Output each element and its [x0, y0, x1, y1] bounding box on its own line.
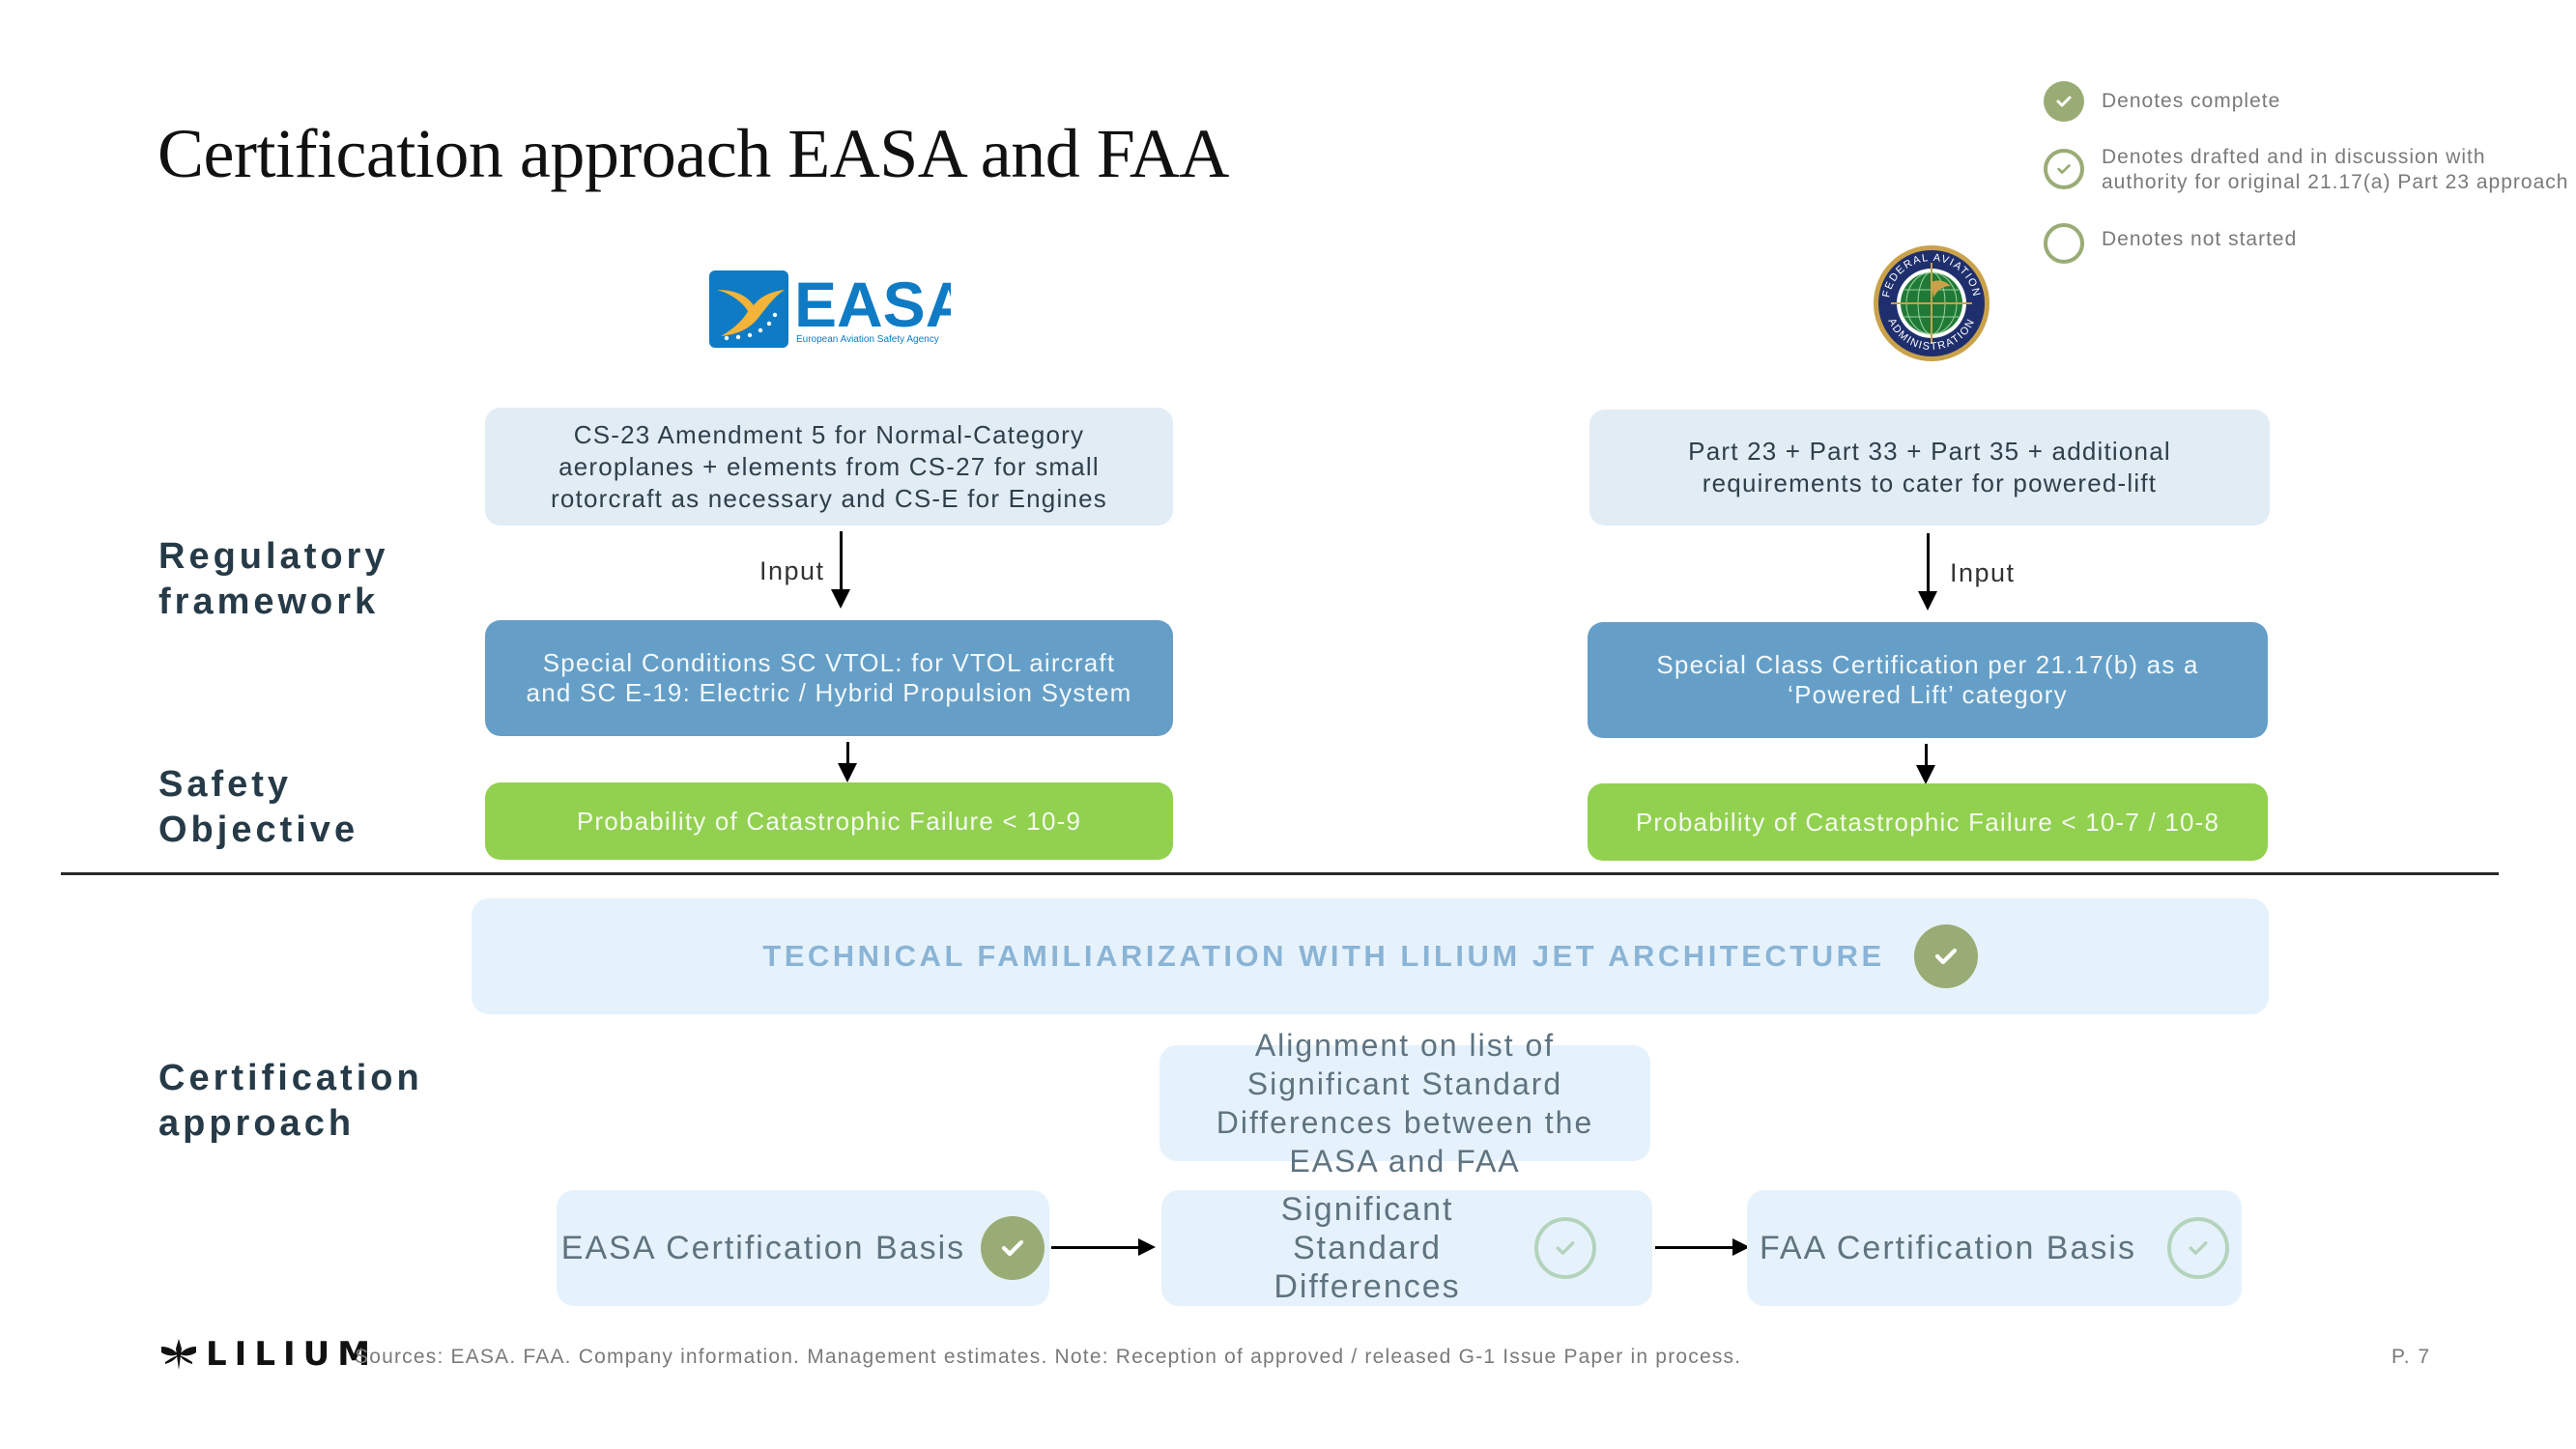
section-label-line: Objective: [158, 810, 359, 850]
section-divider: [61, 872, 2499, 875]
legend-item-drafted: Denotes drafted and in discussion with a…: [2044, 146, 2568, 195]
flow-arrow-line: [1051, 1246, 1140, 1249]
faa-input-label: Input: [1950, 558, 2016, 587]
check-outline-circle-icon: [2166, 1217, 2229, 1279]
flow-step-faa-certification-basis: FAA Certification Basis: [1747, 1190, 2242, 1306]
legend-item-complete: Denotes complete: [2044, 81, 2280, 122]
faa-special-text: Special Class Certification per 21.17(b)…: [1656, 650, 2199, 709]
legend-label: Denotes not started: [2102, 228, 2298, 250]
section-label-line: Certification: [158, 1058, 423, 1098]
easa-logo: EASA European Aviation Safety Agency: [709, 269, 971, 348]
faa-base-regulation-box: Part 23 + Part 33 + Part 35 + additional…: [1589, 410, 2270, 526]
easa-special-conditions-box: Special Conditions SC VTOL: for VTOL air…: [485, 620, 1173, 736]
lilium-flower-icon: [161, 1339, 196, 1370]
easa-base-text: CS-23 Amendment 5 for Normal-Category ae…: [551, 419, 1107, 513]
easa-input-arrow-head-icon: [831, 589, 850, 609]
legend-item-not-started: Denotes not started: [2044, 223, 2297, 264]
faa-safety-arrow-line: [1925, 744, 1928, 767]
band-label: TECHNICAL FAMILIARIZATION WITH LILIUM JE…: [762, 939, 1885, 973]
check-filled-circle-icon: [2044, 81, 2084, 122]
faa-special-class-box: Special Class Certification per 21.17(b)…: [1588, 622, 2268, 738]
check-outline-circle-icon: [1534, 1217, 1596, 1279]
faa-input-arrow-line: [1927, 533, 1930, 593]
footer-sources: Sources: EASA. FAA. Company information.…: [355, 1346, 1742, 1368]
legend-label-line1: Denotes drafted and in discussion with: [2102, 146, 2486, 168]
easa-base-regulation-box: CS-23 Amendment 5 for Normal-Category ae…: [485, 408, 1173, 526]
faa-seal-logo: FEDERAL AVIATION ADMINISTRATION: [1872, 243, 1991, 363]
legend-label: Denotes drafted and in discussion with a…: [2102, 145, 2568, 195]
lilium-wordmark: LILIUM: [206, 1335, 379, 1374]
flow-step-significant-standard-differences: Significant Standard Differences: [1161, 1190, 1652, 1306]
alignment-box: Alignment on list of Significant Standar…: [1159, 1028, 1650, 1179]
faa-base-text: Part 23 + Part 33 + Part 35 + additional…: [1688, 437, 2171, 497]
easa-input-arrow-line: [840, 531, 843, 591]
check-filled-circle-icon: [1913, 924, 1978, 988]
faa-safety-arrow-head-icon: [1916, 765, 1935, 784]
page-title: Certification approach EASA and FAA: [157, 115, 1229, 192]
easa-safety-objective-box: Probability of Catastrophic Failure < 10…: [485, 782, 1173, 860]
section-label-line: Regulatory: [158, 536, 389, 577]
section-label-safety: Safety Objective: [158, 762, 358, 853]
easa-wordmark: EASA: [794, 269, 951, 340]
easa-input-label: Input: [759, 556, 825, 585]
page-number: P. 7: [2391, 1346, 2431, 1368]
flow-step-label: EASA Certification Basis: [560, 1230, 966, 1266]
flow-arrow-line: [1655, 1246, 1734, 1249]
section-label-line: Safety: [158, 764, 293, 805]
check-filled-circle-icon: [981, 1216, 1045, 1280]
flow-step-easa-certification-basis: EASA Certification Basis: [557, 1190, 1049, 1306]
easa-safety-text: Probability of Catastrophic Failure < 10…: [576, 806, 1082, 836]
check-outline-circle-icon: [2044, 149, 2084, 189]
easa-special-text: Special Conditions SC VTOL: for VTOL air…: [526, 648, 1132, 707]
empty-circle-icon: [2044, 223, 2084, 264]
section-label-line: framework: [158, 582, 380, 622]
legend-label: Denotes complete: [2102, 90, 2281, 112]
faa-safety-text: Probability of Catastrophic Failure < 10…: [1635, 807, 2220, 837]
section-label-certification: Certification approach: [158, 1056, 423, 1147]
faa-input-arrow-head-icon: [1918, 591, 1937, 611]
legend-label-line2: authority for original 21.17(a) Part 23 …: [2102, 171, 2569, 193]
faa-safety-objective-box: Probability of Catastrophic Failure < 10…: [1588, 783, 2268, 861]
section-label-line: approach: [158, 1103, 356, 1144]
lilium-logo: LILIUM: [159, 1335, 378, 1374]
flow-step-label: FAA Certification Basis: [1760, 1230, 2136, 1266]
easa-safety-arrow-head-icon: [838, 763, 857, 782]
easa-tagline: European Aviation Safety Agency: [796, 334, 939, 345]
flow-arrow-head-icon: [1138, 1238, 1156, 1256]
alignment-text: Alignment on list of Significant Standar…: [1216, 1028, 1594, 1179]
flow-step-label: Significant Standard Differences: [1274, 1191, 1461, 1305]
easa-safety-arrow-line: [846, 742, 849, 765]
section-label-regulatory: Regulatory framework: [158, 534, 388, 625]
technical-familiarization-band: TECHNICAL FAMILIARIZATION WITH LILIUM JE…: [472, 898, 2269, 1014]
